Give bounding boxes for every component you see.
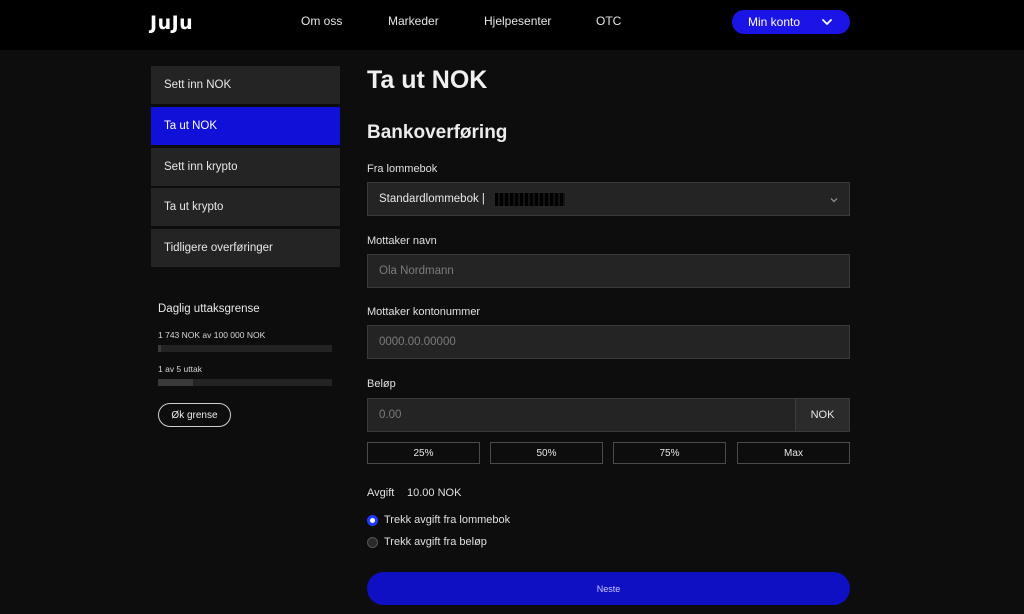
sidebar-item-label: Sett inn NOK bbox=[164, 79, 232, 91]
sidebar-item-label: Ta ut krypto bbox=[164, 201, 224, 213]
recipient-name-input[interactable] bbox=[379, 265, 849, 277]
percent-50-button[interactable]: 50% bbox=[490, 442, 603, 464]
amount-input[interactable] bbox=[379, 409, 795, 421]
chevron-down-icon bbox=[830, 198, 838, 203]
amount-currency-unit: NOK bbox=[795, 398, 850, 432]
amount-label: Beløp bbox=[367, 378, 396, 390]
raise-limit-button[interactable]: Øk grense bbox=[158, 403, 231, 427]
radio-unchecked-icon[interactable] bbox=[367, 536, 378, 548]
percent-75-button[interactable]: 75% bbox=[613, 442, 726, 464]
page-title: Ta ut NOK bbox=[367, 66, 488, 94]
sidebar-item-transfer-history[interactable]: Tidligere overføringer bbox=[151, 229, 340, 267]
nav-link-otc[interactable]: OTC bbox=[596, 14, 621, 28]
from-wallet-value: Standardlommebok | bbox=[379, 193, 485, 205]
next-button[interactable]: Neste bbox=[367, 572, 850, 605]
daily-limit-amount-text: 1 743 NOK av 100 000 NOK bbox=[158, 330, 266, 340]
fee-option-amount[interactable]: Trekk avgift fra beløp bbox=[367, 536, 487, 548]
account-menu-button[interactable]: Min konto bbox=[732, 10, 850, 34]
section-title: Bankoverføring bbox=[367, 122, 508, 143]
recipient-name-label: Mottaker navn bbox=[367, 235, 437, 247]
from-wallet-label: Fra lommebok bbox=[367, 163, 438, 175]
sidebar-item-label: Ta ut NOK bbox=[164, 120, 218, 132]
sidebar-item-withdraw-crypto[interactable]: Ta ut krypto bbox=[151, 188, 340, 226]
nav-link-markeder[interactable]: Markeder bbox=[388, 14, 439, 28]
account-menu-label: Min konto bbox=[748, 15, 801, 29]
top-navigation-bar: JuJu Om oss Markeder Hjelpesenter OTC Mi… bbox=[0, 0, 1024, 50]
daily-limit-amount-fill bbox=[158, 345, 161, 352]
nav-link-hjelpesenter[interactable]: Hjelpesenter bbox=[484, 14, 551, 28]
recipient-account-input[interactable] bbox=[379, 336, 849, 348]
recipient-name-field bbox=[367, 254, 850, 288]
sidebar-item-label: Tidligere overføringer bbox=[164, 242, 273, 254]
chevron-down-icon bbox=[822, 19, 832, 25]
nav-link-om-oss[interactable]: Om oss bbox=[301, 14, 342, 28]
daily-limit-count-bar bbox=[158, 379, 332, 386]
recipient-account-field bbox=[367, 325, 850, 359]
fee-option-wallet[interactable]: Trekk avgift fra lommebok bbox=[367, 514, 510, 526]
daily-limit-amount-bar bbox=[158, 345, 332, 352]
fee-option-label: Trekk avgift fra lommebok bbox=[384, 514, 511, 526]
fee-value: 10.00 NOK bbox=[407, 487, 462, 499]
amount-field bbox=[367, 398, 796, 432]
recipient-account-label: Mottaker kontonummer bbox=[367, 306, 481, 318]
percent-max-button[interactable]: Max bbox=[737, 442, 850, 464]
sidebar-item-label: Sett inn krypto bbox=[164, 161, 238, 173]
from-wallet-select[interactable]: Standardlommebok | bbox=[367, 182, 850, 216]
fee-option-label: Trekk avgift fra beløp bbox=[384, 536, 487, 548]
daily-limit-count-fill bbox=[158, 379, 193, 386]
daily-limit-title: Daglig uttaksgrense bbox=[158, 303, 260, 315]
sidebar-item-withdraw-nok[interactable]: Ta ut NOK bbox=[151, 107, 340, 145]
radio-checked-icon[interactable] bbox=[367, 514, 378, 526]
sidebar-item-deposit-nok[interactable]: Sett inn NOK bbox=[151, 66, 340, 104]
fee-label: Avgift bbox=[367, 487, 395, 499]
daily-limit-count-text: 1 av 5 uttak bbox=[158, 364, 202, 374]
redacted-wallet-id bbox=[494, 192, 565, 206]
juju-logo[interactable]: JuJu bbox=[150, 12, 193, 34]
sidebar-item-deposit-crypto[interactable]: Sett inn krypto bbox=[151, 148, 340, 186]
percent-25-button[interactable]: 25% bbox=[367, 442, 480, 464]
